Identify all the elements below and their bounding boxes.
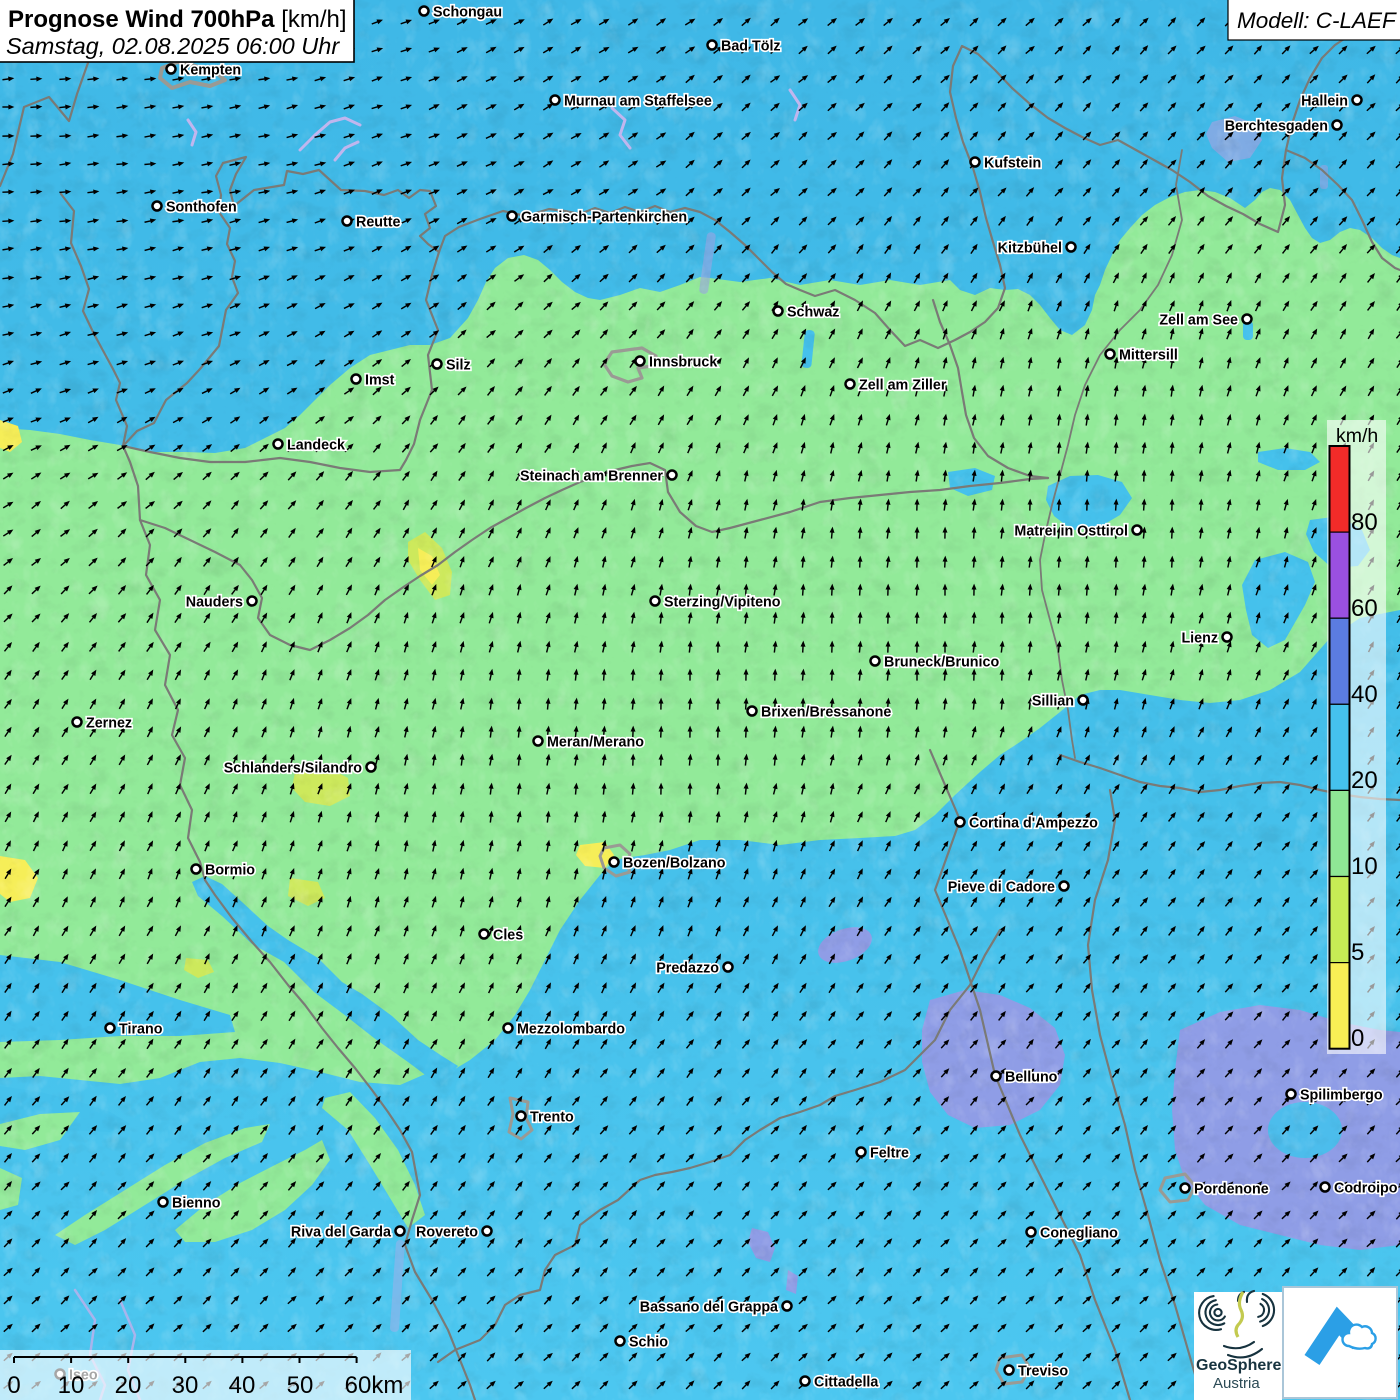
svg-text:Pordenone: Pordenone (1194, 1182, 1269, 1198)
svg-text:Austria: Austria (1213, 1375, 1260, 1392)
svg-text:20: 20 (115, 1372, 142, 1399)
svg-text:Trento: Trento (530, 1110, 574, 1126)
svg-text:Bassano del Grappa: Bassano del Grappa (640, 1300, 779, 1316)
svg-text:Belluno: Belluno (1005, 1070, 1058, 1086)
svg-text:Schio: Schio (629, 1335, 668, 1351)
svg-text:Brixen/Bressanone: Brixen/Bressanone (761, 705, 891, 721)
svg-text:Bruneck/Brunico: Bruneck/Brunico (884, 655, 999, 671)
svg-text:Sterzing/Vipiteno: Sterzing/Vipiteno (664, 595, 781, 611)
svg-text:km/h: km/h (1336, 425, 1378, 447)
svg-text:Bienno: Bienno (172, 1196, 221, 1212)
svg-text:Innsbruck: Innsbruck (649, 355, 717, 371)
svg-text:Bad Tölz: Bad Tölz (721, 39, 781, 55)
svg-text:Riva del Garda: Riva del Garda (291, 1225, 392, 1241)
svg-text:60: 60 (1351, 595, 1378, 622)
svg-text:Cles: Cles (493, 928, 523, 944)
svg-text:Murnau am Staffelsee: Murnau am Staffelsee (564, 94, 712, 110)
svg-text:Schongau: Schongau (433, 5, 502, 21)
svg-text:Bozen/Bolzano: Bozen/Bolzano (623, 856, 726, 872)
svg-text:0: 0 (7, 1372, 20, 1399)
svg-text:Landeck: Landeck (287, 438, 345, 454)
svg-text:Samstag, 02.08.2025 06:00 Uhr: Samstag, 02.08.2025 06:00 Uhr (6, 33, 340, 59)
svg-text:Rovereto: Rovereto (416, 1225, 478, 1241)
svg-text:Pieve di Cadore: Pieve di Cadore (948, 880, 1055, 896)
svg-text:Meran/Merano: Meran/Merano (547, 735, 644, 751)
svg-text:10: 10 (1351, 853, 1378, 880)
svg-text:0: 0 (1351, 1025, 1364, 1052)
svg-text:Modell: C-LAEF: Modell: C-LAEF (1237, 8, 1397, 33)
svg-text:Feltre: Feltre (870, 1146, 909, 1162)
svg-text:Garmisch-Partenkirchen: Garmisch-Partenkirchen (521, 210, 687, 226)
svg-text:Schwaz: Schwaz (787, 305, 839, 321)
svg-text:Zell am See: Zell am See (1159, 313, 1238, 329)
svg-text:Cortina d'Ampezzo: Cortina d'Ampezzo (969, 816, 1098, 832)
svg-text:60km: 60km (345, 1372, 404, 1399)
svg-text:80: 80 (1351, 509, 1378, 536)
svg-text:40: 40 (229, 1372, 256, 1399)
svg-text:Kitzbühel: Kitzbühel (998, 241, 1062, 257)
svg-text:Reutte: Reutte (356, 215, 401, 231)
svg-text:Cittadella: Cittadella (814, 1375, 879, 1391)
svg-text:Berchtesgaden: Berchtesgaden (1225, 119, 1328, 135)
svg-text:Imst: Imst (365, 373, 395, 389)
svg-text:Predazzo: Predazzo (656, 961, 719, 977)
svg-text:40: 40 (1351, 681, 1378, 708)
svg-text:20: 20 (1351, 767, 1378, 794)
svg-text:Prognose Wind 700hPa [km/h]: Prognose Wind 700hPa [km/h] (8, 6, 347, 33)
svg-text:Treviso: Treviso (1018, 1364, 1068, 1380)
svg-text:Zell am Ziller: Zell am Ziller (859, 378, 947, 394)
svg-text:Hallein: Hallein (1301, 94, 1348, 110)
svg-text:5: 5 (1351, 939, 1364, 966)
svg-text:Conegliano: Conegliano (1040, 1226, 1118, 1242)
svg-text:Mezzolombardo: Mezzolombardo (517, 1022, 625, 1038)
svg-text:Schlanders/Silandro: Schlanders/Silandro (224, 761, 363, 777)
svg-text:Sillian: Sillian (1032, 694, 1074, 710)
svg-text:Steinach am Brenner: Steinach am Brenner (520, 469, 663, 485)
svg-text:50: 50 (287, 1372, 314, 1399)
svg-text:Matrei in Osttirol: Matrei in Osttirol (1014, 524, 1128, 540)
svg-text:Nauders: Nauders (186, 595, 243, 611)
svg-text:Bormio: Bormio (205, 863, 255, 879)
svg-text:Spilimbergo: Spilimbergo (1300, 1088, 1383, 1104)
svg-text:30: 30 (172, 1372, 199, 1399)
svg-text:Codroipo: Codroipo (1334, 1181, 1398, 1197)
svg-text:Zernez: Zernez (86, 716, 132, 732)
svg-text:Sonthofen: Sonthofen (166, 200, 237, 216)
svg-text:Kufstein: Kufstein (984, 156, 1041, 172)
svg-text:Silz: Silz (446, 358, 471, 374)
svg-text:Mittersill: Mittersill (1119, 348, 1178, 364)
svg-text:Lienz: Lienz (1181, 631, 1218, 647)
svg-text:GeoSphere: GeoSphere (1196, 1357, 1281, 1374)
svg-text:Kempten: Kempten (180, 63, 241, 79)
svg-text:Tirano: Tirano (119, 1022, 163, 1038)
svg-text:10: 10 (58, 1372, 85, 1399)
